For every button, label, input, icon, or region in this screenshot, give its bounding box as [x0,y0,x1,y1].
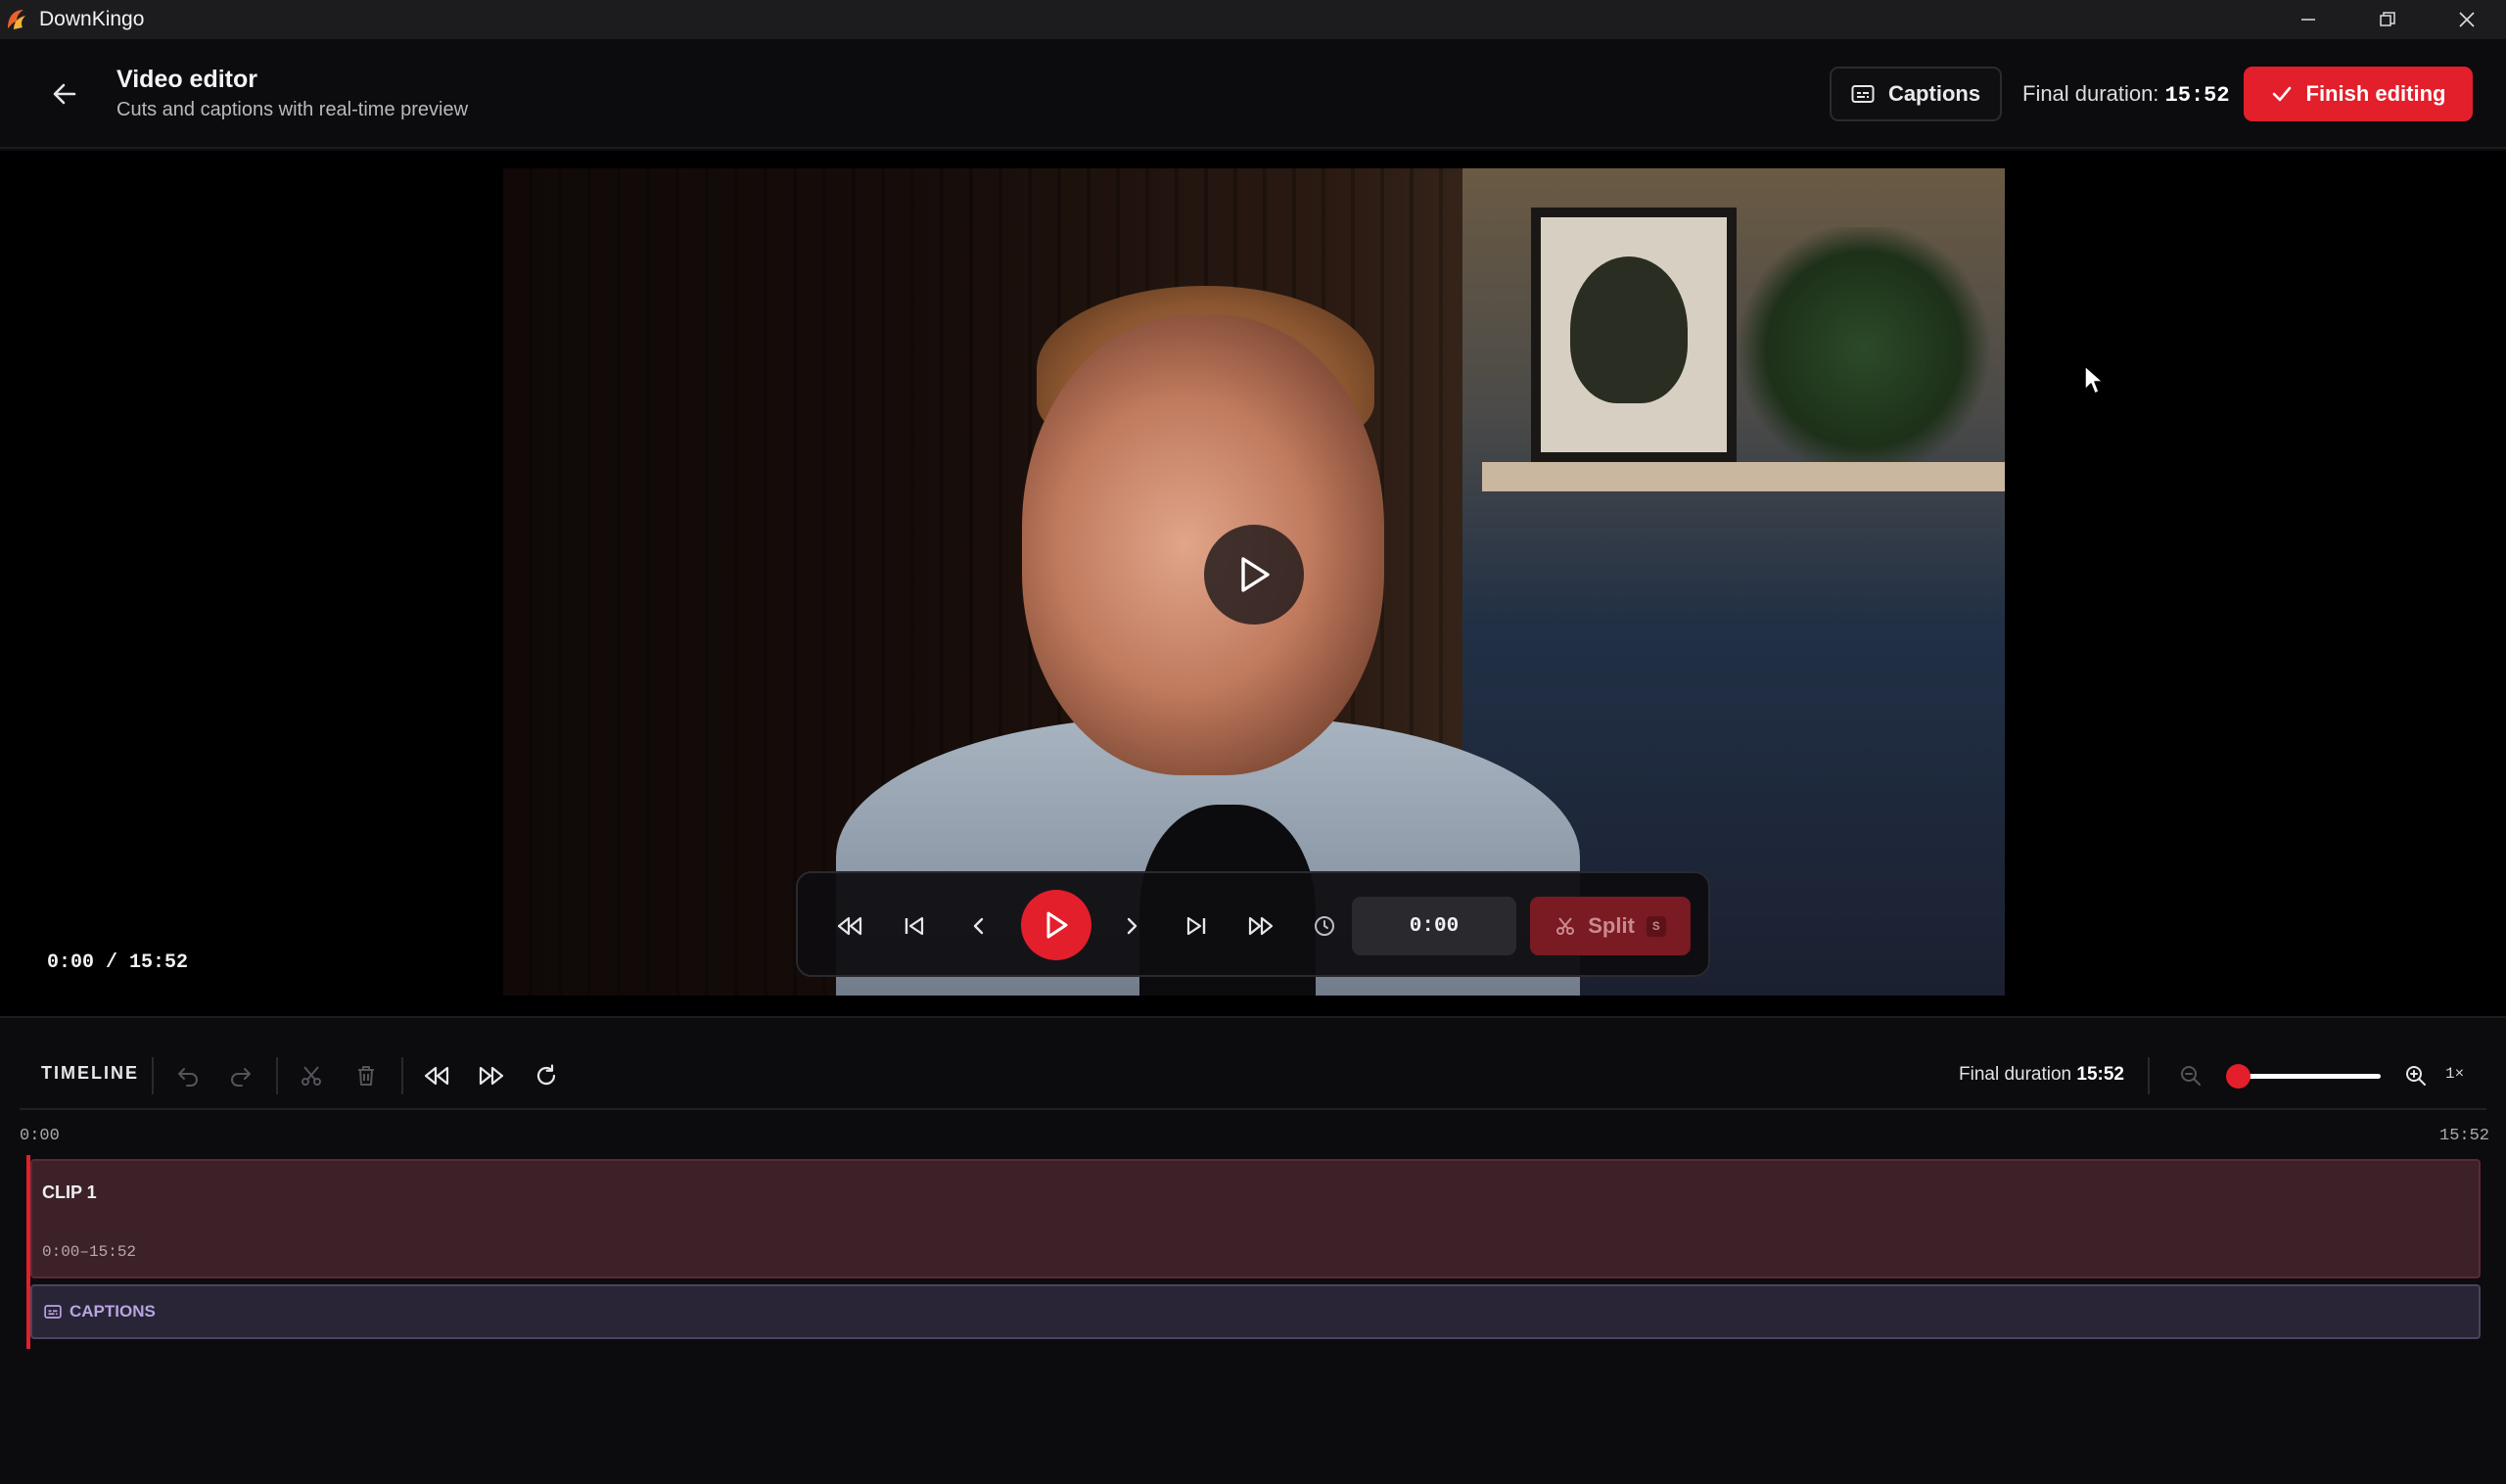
skip-to-end-button[interactable] [1172,902,1221,951]
app-logo-icon [8,10,25,29]
zoom-in-button[interactable] [2394,1054,2437,1097]
page-subtitle: Cuts and captions with real-time preview [116,99,469,120]
toolbar-divider [276,1057,278,1094]
back-button[interactable] [43,72,86,116]
fast-forward-icon [479,1066,504,1086]
clock-icon-wrap [1300,902,1349,951]
timeline-forward-button[interactable] [470,1054,513,1097]
captions-button-label: Captions [1887,81,1981,106]
fast-forward-button[interactable] [1236,902,1285,951]
close-icon [2458,12,2475,27]
check-icon [2272,86,2291,102]
zoom-slider[interactable] [2226,1064,2381,1089]
timeline-final-duration-value: 15:52 [2076,1064,2125,1085]
play-button[interactable] [1021,890,1091,960]
window-title-bar: DownKingo [0,0,2506,39]
chevron-right-icon [1127,917,1137,935]
undo-button[interactable] [166,1054,209,1097]
rewind-icon [837,916,862,936]
split-label: Split [1588,913,1635,938]
restore-icon [2379,12,2395,26]
trash-icon [358,1066,374,1086]
zoom-out-button[interactable] [2169,1054,2212,1097]
time-readout: 0:00 / 15:52 [47,951,189,974]
clip-block[interactable]: CLIP 1 0:00–15:52 [30,1159,2481,1278]
refresh-icon [536,1064,556,1086]
rewind-icon [424,1066,449,1086]
play-icon [1241,557,1270,592]
app-name: DownKingo [39,8,145,30]
cut-button[interactable] [290,1054,333,1097]
ruler-end-time: 15:52 [2439,1127,2490,1145]
toolbar-divider [2148,1057,2150,1094]
timeline-toolbar: TIMELINE Final duration 15:52 1× [20,1042,2486,1110]
chevron-left-icon [973,917,984,935]
clip-name: CLIP 1 [42,1183,97,1202]
arrow-left-icon [53,83,76,105]
mouse-cursor-icon [2084,365,2104,394]
editor-header: Video editor Cuts and captions with real… [0,39,2506,149]
next-frame-button[interactable] [1107,902,1156,951]
transport-controls: 0:00 Split S [796,871,1710,977]
redo-icon [231,1068,251,1087]
captions-icon [1851,85,1875,103]
scissors-icon [302,1066,321,1086]
zoom-in-icon [2406,1066,2426,1086]
delete-button[interactable] [345,1054,388,1097]
overlay-play-button[interactable] [1204,525,1304,625]
finish-editing-label: Finish editing [2305,81,2446,106]
current-time-input[interactable]: 0:00 [1352,897,1516,955]
page-title: Video editor [116,66,258,93]
finish-editing-button[interactable]: Finish editing [2244,67,2473,121]
video-preview-area: 0:00 / 15:52 0:00 Split S [0,151,2506,1016]
timeline-final-duration: Final duration 15:52 [1959,1064,2124,1086]
ruler-start-time: 0:00 [20,1127,60,1145]
skip-back-icon [905,916,924,936]
close-window-button[interactable] [2427,0,2506,39]
redo-button[interactable] [219,1054,262,1097]
zoom-slider-handle[interactable] [2226,1064,2251,1089]
captions-icon [44,1305,62,1319]
timeline-tracks: CLIP 1 0:00–15:52 CAPTIONS [20,1155,2486,1349]
minimize-icon [2300,19,2315,21]
final-duration-value: 15:52 [2164,83,2230,108]
reset-button[interactable] [525,1054,568,1097]
rewind-button[interactable] [825,902,874,951]
previous-frame-button[interactable] [954,902,1003,951]
clock-icon [1315,916,1334,936]
skip-forward-icon [1186,916,1206,936]
toolbar-divider [152,1057,154,1094]
toolbar-divider [401,1057,403,1094]
timeline-label: TIMELINE [41,1063,139,1083]
skip-to-start-button[interactable] [890,902,939,951]
fast-forward-icon [1248,916,1274,936]
play-icon [1046,911,1068,939]
minimize-button[interactable] [2268,0,2347,39]
split-button[interactable]: Split S [1530,897,1691,955]
timeline-panel: TIMELINE Final duration 15:52 1× 0:00 15… [0,1016,2506,1484]
timeline-final-duration-label: Final duration [1959,1064,2072,1085]
undo-icon [178,1068,198,1087]
restore-button[interactable] [2347,0,2427,39]
captions-track-label: CAPTIONS [70,1302,156,1321]
zoom-out-icon [2181,1066,2201,1086]
final-duration: Final duration: 15:52 [2022,81,2230,108]
scissors-icon [1556,917,1575,935]
clip-range: 0:00–15:52 [42,1243,137,1261]
split-shortcut: S [1646,915,1666,937]
zoom-level: 1× [2445,1065,2465,1083]
final-duration-label: Final duration: [2022,81,2159,106]
playhead[interactable] [26,1155,30,1349]
captions-button[interactable]: Captions [1830,67,2002,121]
timeline-rewind-button[interactable] [415,1054,458,1097]
captions-track[interactable]: CAPTIONS [30,1284,2481,1339]
